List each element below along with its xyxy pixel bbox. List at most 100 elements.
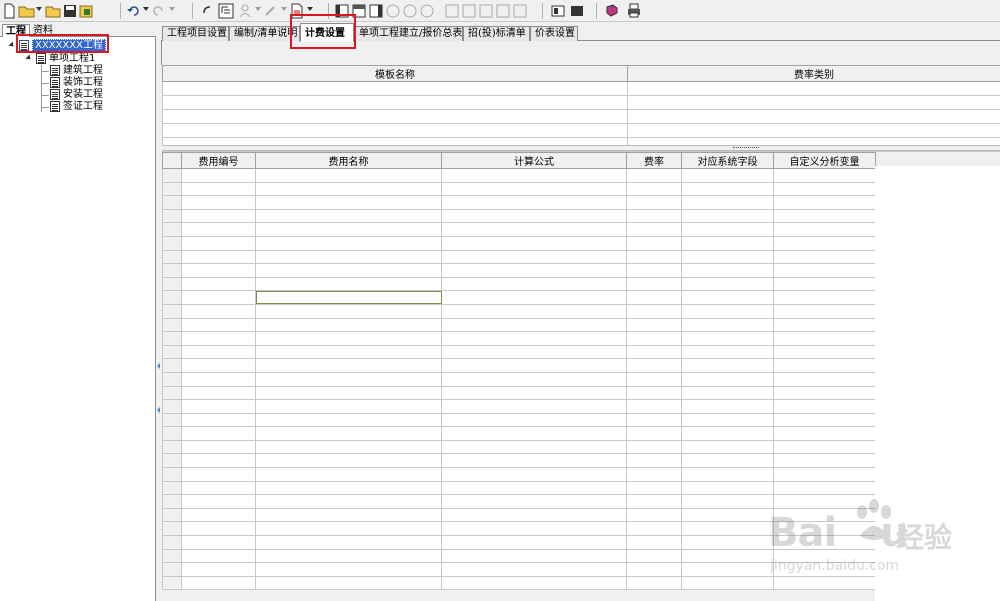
column-header[interactable]: 模板名称 bbox=[162, 65, 628, 82]
table-cell[interactable] bbox=[181, 494, 256, 509]
delete-icon[interactable] bbox=[496, 3, 510, 19]
table-cell[interactable] bbox=[681, 249, 774, 265]
tree-leaf[interactable]: 签证工程 bbox=[63, 101, 103, 113]
open-dropdown-icon[interactable] bbox=[36, 7, 42, 11]
table-cell[interactable] bbox=[773, 249, 876, 265]
table-cell[interactable] bbox=[681, 208, 774, 224]
table-cell[interactable] bbox=[181, 399, 256, 414]
table-cell[interactable] bbox=[255, 181, 442, 197]
undo-icon[interactable] bbox=[126, 3, 140, 19]
table-cell[interactable] bbox=[681, 195, 774, 210]
table-cell[interactable] bbox=[681, 222, 774, 237]
table-cell[interactable] bbox=[255, 222, 442, 237]
column-header[interactable]: 费率类别 bbox=[627, 65, 1000, 82]
table-cell[interactable] bbox=[441, 235, 627, 251]
document-dropdown-icon[interactable] bbox=[307, 7, 313, 11]
table-cell[interactable] bbox=[773, 439, 876, 455]
column-header[interactable]: 自定义分析变量 bbox=[773, 152, 876, 169]
table-cell[interactable] bbox=[255, 426, 442, 441]
table-cell[interactable] bbox=[181, 426, 256, 441]
table-cell[interactable] bbox=[681, 467, 774, 482]
column-header[interactable]: 费率 bbox=[626, 152, 682, 169]
table-cell[interactable] bbox=[441, 548, 627, 564]
table-cell[interactable] bbox=[773, 453, 876, 469]
table-cell[interactable] bbox=[181, 181, 256, 197]
new-file-icon[interactable] bbox=[3, 3, 15, 19]
table-cell[interactable] bbox=[681, 385, 774, 401]
column-header[interactable]: 计算公式 bbox=[441, 152, 627, 169]
table-cell[interactable] bbox=[626, 494, 682, 509]
table-row[interactable] bbox=[162, 344, 876, 360]
table-cell[interactable] bbox=[181, 548, 256, 564]
table-cell[interactable] bbox=[773, 399, 876, 414]
table-cell[interactable] bbox=[255, 249, 442, 265]
table-cell[interactable] bbox=[441, 208, 627, 224]
table-row[interactable] bbox=[162, 303, 876, 319]
table-cell[interactable] bbox=[441, 249, 627, 265]
table-cell[interactable] bbox=[441, 181, 627, 197]
table-cell[interactable] bbox=[773, 385, 876, 401]
table-cell[interactable] bbox=[626, 575, 682, 591]
table-row[interactable] bbox=[162, 412, 876, 428]
table-cell[interactable] bbox=[773, 467, 876, 482]
table-cell[interactable] bbox=[626, 385, 682, 401]
table-cell[interactable] bbox=[773, 195, 876, 210]
table-cell[interactable] bbox=[181, 235, 256, 251]
tree-leaf[interactable]: 装饰工程 bbox=[63, 77, 103, 89]
table-row[interactable] bbox=[162, 276, 876, 292]
insert-icon[interactable] bbox=[479, 3, 493, 19]
tree-view-icon[interactable] bbox=[218, 3, 234, 19]
table-cell[interactable] bbox=[626, 249, 682, 265]
table-cell[interactable] bbox=[626, 235, 682, 251]
table-cell[interactable] bbox=[441, 290, 627, 305]
redo-dropdown-icon[interactable] bbox=[169, 7, 175, 11]
table-cell[interactable] bbox=[773, 358, 876, 373]
table-cell[interactable] bbox=[626, 317, 682, 333]
table-cell[interactable] bbox=[255, 317, 442, 333]
table-cell[interactable] bbox=[255, 480, 442, 496]
table-cell[interactable] bbox=[181, 480, 256, 496]
table-cell[interactable] bbox=[681, 453, 774, 469]
table-row[interactable] bbox=[162, 439, 876, 455]
table-cell[interactable] bbox=[773, 317, 876, 333]
table-cell[interactable] bbox=[441, 168, 627, 183]
table-cell[interactable] bbox=[255, 276, 442, 292]
table-cell[interactable] bbox=[441, 480, 627, 496]
table-cell[interactable] bbox=[773, 181, 876, 197]
table-cell[interactable] bbox=[181, 303, 256, 319]
table-cell[interactable] bbox=[255, 562, 442, 577]
undo-dropdown-icon[interactable] bbox=[143, 7, 149, 11]
table-cell[interactable] bbox=[255, 195, 442, 210]
table-cell[interactable] bbox=[441, 426, 627, 441]
form-icon[interactable] bbox=[551, 3, 565, 19]
table-cell[interactable] bbox=[255, 235, 442, 251]
table-cell[interactable] bbox=[681, 303, 774, 319]
table-cell[interactable] bbox=[626, 358, 682, 373]
table-row[interactable] bbox=[162, 208, 876, 224]
tree-leaf[interactable]: 建筑工程 bbox=[63, 65, 103, 77]
table-cell[interactable] bbox=[441, 412, 627, 428]
table-cell[interactable] bbox=[441, 276, 627, 292]
table-cell[interactable] bbox=[441, 317, 627, 333]
table-cell[interactable] bbox=[441, 453, 627, 469]
table-cell[interactable] bbox=[255, 494, 442, 509]
table-cell[interactable] bbox=[626, 195, 682, 210]
table-cell[interactable] bbox=[626, 548, 682, 564]
table-cell[interactable] bbox=[773, 222, 876, 237]
table-row[interactable] bbox=[162, 453, 876, 469]
table-cell[interactable] bbox=[626, 467, 682, 482]
table-cell[interactable] bbox=[255, 290, 442, 305]
save-icon[interactable] bbox=[62, 3, 78, 19]
table-cell[interactable] bbox=[681, 548, 774, 564]
tab-project-settings[interactable]: 工程项目设置 bbox=[162, 26, 229, 41]
table-row[interactable] bbox=[162, 426, 876, 441]
table-cell[interactable] bbox=[681, 412, 774, 428]
table-cell[interactable] bbox=[681, 168, 774, 183]
table-cell[interactable] bbox=[255, 453, 442, 469]
table-cell[interactable] bbox=[441, 358, 627, 373]
redo-icon[interactable] bbox=[152, 3, 166, 19]
table-cell[interactable] bbox=[181, 535, 256, 550]
column-header[interactable]: 费用名称 bbox=[255, 152, 442, 169]
table-cell[interactable] bbox=[626, 276, 682, 292]
table-cell[interactable] bbox=[773, 412, 876, 428]
